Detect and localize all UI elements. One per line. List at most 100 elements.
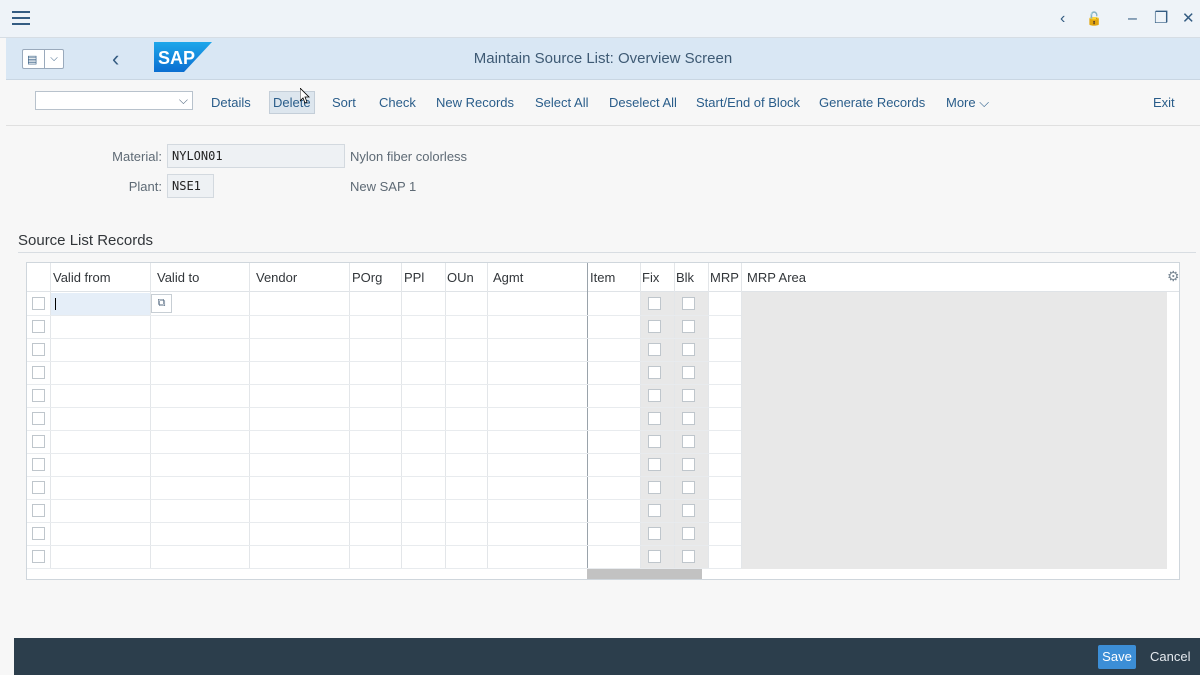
sort-button[interactable]: Sort — [332, 95, 356, 110]
column-header-valid-to[interactable]: Valid to — [157, 270, 199, 285]
section-title: Source List Records — [18, 232, 154, 249]
settings-gear-icon[interactable]: ⚙ — [1167, 268, 1180, 285]
fix-checkbox[interactable] — [648, 527, 661, 540]
plant-label: Plant: — [128, 179, 162, 194]
minimize-icon[interactable]: ‒ — [1128, 9, 1137, 29]
row-selector-checkbox[interactable] — [32, 343, 45, 356]
row-divider — [27, 430, 741, 431]
row-divider — [27, 499, 741, 500]
column-header-ppl[interactable]: PPl — [404, 270, 424, 285]
row-selector-checkbox[interactable] — [32, 550, 45, 563]
row-selector-checkbox[interactable] — [32, 458, 45, 471]
valid-from-input[interactable] — [51, 293, 150, 315]
shell-bar: ▤ ⌵ ‹ SAP Maintain Source List: Overview… — [6, 38, 1200, 80]
material-description: Nylon fiber colorless — [350, 149, 468, 164]
blk-checkbox[interactable] — [682, 481, 695, 494]
row-selector-checkbox[interactable] — [32, 412, 45, 425]
more-label: More — [946, 95, 976, 110]
page-title: Maintain Source List: Overview Screen — [473, 50, 733, 67]
column-header-item[interactable]: Item — [590, 270, 615, 285]
lock-icon[interactable]: 🔓 — [1086, 9, 1102, 29]
row-divider — [27, 315, 741, 316]
fix-checkbox[interactable] — [648, 343, 661, 356]
select-all-button[interactable]: Select All — [535, 95, 588, 110]
fix-checkbox[interactable] — [648, 435, 661, 448]
plant-field[interactable]: NSE1 — [167, 174, 214, 198]
fix-checkbox[interactable] — [648, 481, 661, 494]
blk-checkbox[interactable] — [682, 320, 695, 333]
mrp-area-readonly — [741, 292, 1167, 569]
column-divider — [741, 263, 742, 568]
plant-description: New SAP 1 — [350, 179, 417, 194]
row-divider — [27, 476, 741, 477]
fix-checkbox[interactable] — [648, 504, 661, 517]
blk-checkbox[interactable] — [682, 550, 695, 563]
column-header-agmt[interactable]: Agmt — [493, 270, 523, 285]
row-divider — [27, 384, 741, 385]
details-button[interactable]: Details — [211, 95, 251, 110]
toolbar-dropdown[interactable]: ⌵ — [35, 91, 193, 110]
column-header-mrp-area[interactable]: MRP Area — [747, 270, 806, 285]
row-selector-checkbox[interactable] — [32, 389, 45, 402]
row-selector-checkbox[interactable] — [32, 504, 45, 517]
value-help-icon[interactable]: ⧉ — [151, 294, 172, 313]
column-header-oun[interactable]: OUn — [447, 270, 474, 285]
back-nav-icon[interactable]: ‹ — [1060, 9, 1065, 29]
column-header-blk[interactable]: Blk — [676, 270, 694, 285]
fix-checkbox[interactable] — [648, 320, 661, 333]
row-selector-checkbox[interactable] — [32, 481, 45, 494]
row-selector-checkbox[interactable] — [32, 297, 45, 310]
blk-checkbox[interactable] — [682, 389, 695, 402]
row-divider — [27, 568, 741, 569]
source-list-table: Valid from Valid to Vendor POrg PPl OUn … — [26, 262, 1180, 580]
blk-checkbox[interactable] — [682, 504, 695, 517]
blk-checkbox[interactable] — [682, 527, 695, 540]
row-selector-checkbox[interactable] — [32, 527, 45, 540]
row-selector-checkbox[interactable] — [32, 320, 45, 333]
fix-checkbox[interactable] — [648, 366, 661, 379]
blk-checkbox[interactable] — [682, 458, 695, 471]
horizontal-scrollbar-thumb[interactable] — [587, 569, 702, 579]
menu-icon[interactable] — [12, 11, 30, 25]
check-button[interactable]: Check — [379, 95, 416, 110]
column-header-fix[interactable]: Fix — [642, 270, 659, 285]
row-divider — [27, 361, 741, 362]
column-header-valid-from[interactable]: Valid from — [53, 270, 111, 285]
fix-checkbox[interactable] — [648, 389, 661, 402]
restore-icon[interactable]: ❐ — [1154, 9, 1168, 29]
blk-checkbox[interactable] — [682, 343, 695, 356]
chevron-down-icon: ⌵ — [178, 93, 188, 107]
column-header-porg[interactable]: POrg — [352, 270, 382, 285]
row-divider — [27, 545, 741, 546]
more-menu-button[interactable]: More ⌵ — [946, 95, 989, 111]
row-selector-checkbox[interactable] — [32, 435, 45, 448]
app-toolbar: ⌵ Details Delete Sort Check New Records … — [6, 80, 1200, 126]
blk-checkbox[interactable] — [682, 297, 695, 310]
start-end-block-button[interactable]: Start/End of Block — [696, 95, 800, 110]
material-field[interactable]: NYLON01 — [167, 144, 345, 168]
blk-checkbox[interactable] — [682, 412, 695, 425]
exit-button[interactable]: Exit — [1153, 95, 1175, 110]
generate-records-button[interactable]: Generate Records — [819, 95, 925, 110]
cancel-button[interactable]: Cancel — [1150, 645, 1190, 669]
fix-checkbox[interactable] — [648, 412, 661, 425]
save-button[interactable]: Save — [1098, 645, 1136, 669]
table-header: Valid from Valid to Vendor POrg PPl OUn … — [27, 263, 1180, 292]
column-header-mrp[interactable]: MRP — [710, 270, 739, 285]
close-icon[interactable]: ✕ — [1182, 9, 1195, 29]
footer-bar: Save Cancel — [14, 638, 1200, 675]
mouse-cursor-icon — [300, 88, 310, 104]
chevron-down-icon: ⌵ — [979, 95, 990, 110]
row-divider — [27, 522, 741, 523]
row-divider — [27, 453, 741, 454]
column-header-vendor[interactable]: Vendor — [256, 270, 297, 285]
fix-checkbox[interactable] — [648, 297, 661, 310]
row-selector-checkbox[interactable] — [32, 366, 45, 379]
deselect-all-button[interactable]: Deselect All — [609, 95, 677, 110]
section-divider — [18, 252, 1196, 253]
blk-checkbox[interactable] — [682, 435, 695, 448]
fix-checkbox[interactable] — [648, 550, 661, 563]
blk-checkbox[interactable] — [682, 366, 695, 379]
fix-checkbox[interactable] — [648, 458, 661, 471]
new-records-button[interactable]: New Records — [436, 95, 514, 110]
